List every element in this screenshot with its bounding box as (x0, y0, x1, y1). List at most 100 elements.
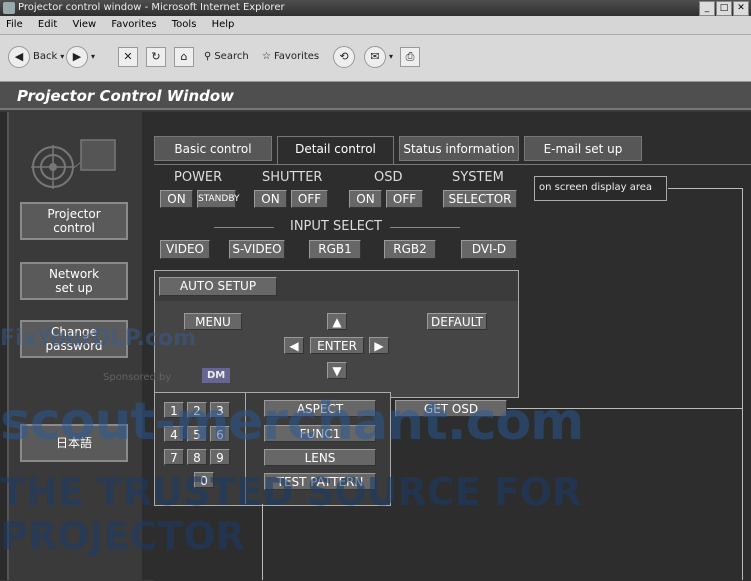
favorites-button[interactable]: ☆ Favorites (262, 47, 319, 67)
main-panel: Basic control Detail control Status info… (142, 112, 751, 581)
tab-detail-control[interactable]: Detail control (277, 136, 394, 166)
sidebar-japanese-button[interactable]: 日本語 (20, 424, 128, 462)
default-button[interactable]: DEFAULT (427, 313, 487, 330)
keypad-6[interactable]: 6 (210, 426, 230, 442)
refresh-button[interactable]: ↻ (146, 47, 166, 67)
back-button[interactable]: ◀ Back ▾ (8, 46, 65, 68)
power-label: POWER (174, 170, 223, 185)
close-button[interactable]: ✕ (733, 1, 749, 16)
up-arrow-button[interactable]: ▲ (327, 313, 347, 330)
content-area: Projector control Network set up Change … (0, 112, 751, 581)
keypad-9[interactable]: 9 (210, 449, 230, 465)
system-selector-button[interactable]: SELECTOR (443, 190, 517, 208)
search-button[interactable]: ⚲ Search (204, 47, 249, 67)
projector-logo-icon (31, 139, 116, 189)
power-standby-button[interactable]: STANDBY (197, 190, 240, 208)
keypad-divider (245, 392, 246, 504)
keypad-3[interactable]: 3 (210, 402, 230, 418)
func1-button[interactable]: FUNC1 (264, 425, 376, 442)
history-button[interactable]: ⟲ (333, 46, 355, 68)
menu-help[interactable]: Help (212, 19, 235, 30)
mail-button[interactable]: ✉ ▾ (364, 46, 394, 68)
sidebar-projector-control-button[interactable]: Projector control (20, 202, 128, 240)
print-button[interactable]: ⎙ (400, 47, 420, 67)
mail-icon: ✉ (364, 46, 386, 68)
menu-button[interactable]: MENU (184, 313, 242, 330)
history-icon: ⟲ (333, 46, 355, 68)
forward-button[interactable]: ▶ ▾ (66, 46, 95, 68)
home-button[interactable]: ⌂ (174, 47, 194, 67)
menu-favorites[interactable]: Favorites (111, 19, 156, 30)
keypad-2[interactable]: 2 (187, 402, 207, 418)
down-arrow-button[interactable]: ▼ (327, 362, 347, 379)
window-controls: _ □ ✕ (699, 1, 749, 16)
osd-connector-line (668, 188, 743, 189)
keypad-5[interactable]: 5 (187, 426, 207, 442)
aspect-button[interactable]: ASPECT (264, 400, 376, 417)
sidebar-projector-control-label: Projector control (47, 207, 101, 235)
shutter-off-button[interactable]: OFF (291, 190, 328, 208)
input-dvid-button[interactable]: DVI-D (461, 240, 517, 259)
forward-arrow-icon: ▶ (66, 46, 88, 68)
osd-frame-right (742, 188, 743, 580)
input-select-rule-right (390, 227, 460, 228)
minimize-button[interactable]: _ (699, 1, 715, 16)
keypad-0[interactable]: 0 (194, 472, 214, 488)
ie-icon (3, 2, 15, 14)
power-on-button[interactable]: ON (160, 190, 193, 208)
input-svideo-button[interactable]: S-VIDEO (229, 240, 285, 259)
window-title: Projector control window - Microsoft Int… (18, 2, 285, 13)
test-pattern-button[interactable]: TEST PATTERN (264, 473, 376, 490)
menu-edit[interactable]: Edit (38, 19, 57, 30)
shutter-on-button[interactable]: ON (254, 190, 287, 208)
input-rgb2-button[interactable]: RGB2 (384, 240, 436, 259)
menu-file[interactable]: File (6, 19, 23, 30)
tab-status-information[interactable]: Status information (399, 136, 519, 161)
tab-basic-control[interactable]: Basic control (154, 136, 272, 161)
keypad-1[interactable]: 1 (164, 402, 184, 418)
stop-button[interactable]: ✕ (118, 47, 138, 67)
get-osd-connector-line (507, 408, 743, 409)
sidebar-japanese-label: 日本語 (55, 436, 92, 450)
input-rgb1-button[interactable]: RGB1 (309, 240, 361, 259)
tab-bar: Basic control Detail control Status info… (154, 136, 642, 166)
keypad-8[interactable]: 8 (187, 449, 207, 465)
sidebar-network-setup-button[interactable]: Network set up (20, 262, 128, 300)
osd-display-area: on screen display area (534, 176, 667, 201)
browser-toolbar: ◀ Back ▾ ▶ ▾ ✕ ↻ ⌂ ⚲ Search ☆ Favorites … (0, 35, 751, 82)
tab-email-setup[interactable]: E-mail set up (524, 136, 642, 161)
get-osd-button[interactable]: GET OSD (395, 400, 507, 417)
print-icon: ⎙ (400, 47, 420, 67)
sidebar-change-password-label: Change password (45, 325, 103, 353)
menu-view[interactable]: View (72, 19, 96, 30)
left-arrow-button[interactable]: ◀ (284, 337, 304, 354)
system-label: SYSTEM (452, 170, 504, 185)
maximize-button[interactable]: □ (716, 1, 732, 16)
menu-bar: File Edit View Favorites Tools Help (0, 16, 751, 35)
sidebar-change-password-button[interactable]: Change password (20, 320, 128, 358)
osd-off-button[interactable]: OFF (386, 190, 423, 208)
remote-nav-frame: AUTO SETUP MENU DEFAULT ▲ ◀ ENTER ▶ ▼ (154, 270, 519, 398)
home-icon: ⌂ (174, 47, 194, 67)
search-label: Search (214, 51, 249, 62)
remote-nav-area: MENU DEFAULT ▲ ◀ ENTER ▶ ▼ (155, 301, 518, 397)
back-dropdown-icon: ▾ (60, 52, 65, 61)
right-arrow-button[interactable]: ▶ (369, 337, 389, 354)
keypad-4[interactable]: 4 (164, 426, 184, 442)
mail-dropdown-icon: ▾ (389, 52, 394, 61)
shutter-label: SHUTTER (262, 170, 323, 185)
menu-tools[interactable]: Tools (172, 19, 197, 30)
auto-setup-button[interactable]: AUTO SETUP (159, 277, 277, 296)
osd-label: OSD (374, 170, 403, 185)
keypad-7[interactable]: 7 (164, 449, 184, 465)
stop-icon: ✕ (118, 47, 138, 67)
page-title: Projector Control Window (0, 82, 751, 110)
enter-button[interactable]: ENTER (310, 337, 364, 354)
sidebar-network-setup-label: Network set up (48, 267, 100, 295)
keypad-bottom-line (262, 504, 263, 580)
left-sidebar: Projector control Network set up Change … (7, 112, 144, 580)
lens-button[interactable]: LENS (264, 449, 376, 466)
osd-on-button[interactable]: ON (349, 190, 382, 208)
favorites-label: Favorites (273, 51, 320, 62)
input-video-button[interactable]: VIDEO (160, 240, 210, 259)
